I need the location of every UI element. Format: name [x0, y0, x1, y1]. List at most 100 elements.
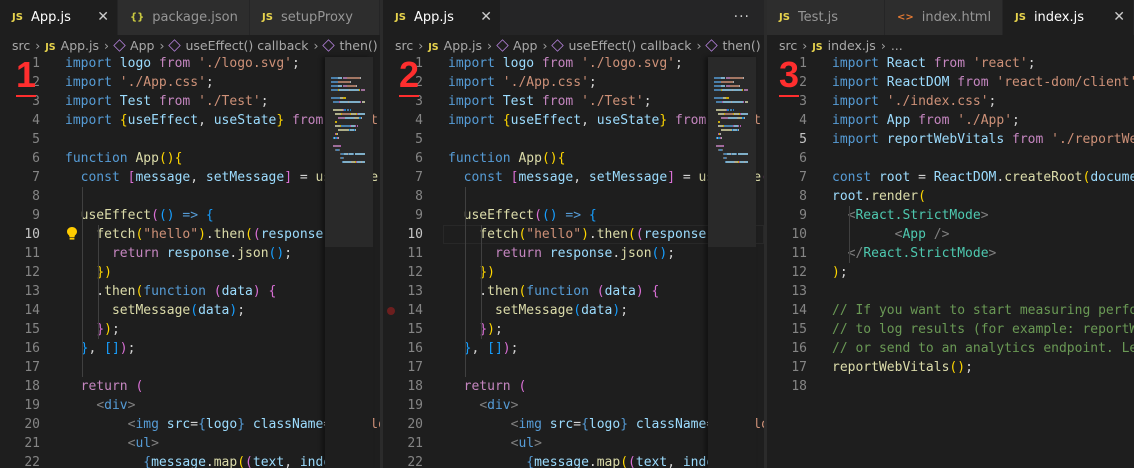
code-token: import: [448, 75, 503, 90]
pane-number-label: 1: [16, 54, 37, 97]
code-token: then: [104, 284, 136, 299]
minimap-line: [728, 117, 737, 119]
code-editor[interactable]: 1 import logo from './logo.svg'; 2 import '…: [0, 56, 380, 468]
tab-app-js[interactable]: JS App.js ✕: [0, 0, 118, 35]
code-token: import: [65, 94, 120, 109]
code-text: {message.map((text, index): [65, 453, 347, 468]
minimap-line: [722, 89, 732, 91]
code-token: =: [573, 417, 582, 432]
minimap-line: [720, 133, 721, 135]
code-token: (: [628, 227, 636, 242]
code-token: "hello": [143, 227, 199, 242]
breadcrumb-item[interactable]: src: [12, 38, 30, 53]
tab-label: index.js: [1033, 10, 1085, 25]
minimap-line: [362, 161, 365, 163]
code-token: setMessage: [588, 170, 668, 185]
code-token: (): [158, 208, 175, 223]
code-token: ;: [839, 265, 848, 280]
line-number: 7: [799, 170, 807, 185]
code-token: []: [487, 341, 503, 356]
code-token: div: [104, 398, 128, 413]
minimap-line: [721, 137, 722, 139]
breadcrumb-item[interactable]: App: [513, 38, 537, 53]
minimap-line: [738, 153, 748, 155]
tab-app-js[interactable]: JS App.js ✕: [383, 0, 501, 35]
code-token: import: [832, 113, 887, 128]
breadcrumb-item[interactable]: App: [130, 38, 154, 53]
lightbulb-icon[interactable]: [67, 227, 77, 240]
code-token: React.StrictMode: [855, 208, 981, 223]
code-token: data: [221, 284, 253, 299]
breadcrumb-item[interactable]: App.js: [61, 38, 99, 53]
code-editor[interactable]: 1 import logo from './logo.svg'; 2 import '…: [383, 54, 764, 468]
code-line: 7 const root = ReactDOM.createRoot(docume…: [767, 168, 1134, 187]
code-token: .: [863, 189, 872, 204]
tab-index-js[interactable]: JS index.js ✕: [1003, 0, 1134, 35]
minimap-line: [722, 149, 723, 151]
line-number: 12: [407, 265, 423, 280]
code-line: 1 import logo from './logo.svg';: [383, 54, 764, 73]
code-line: 5 import reportWebVitals from './reportWe…: [767, 130, 1134, 149]
tab-index-html[interactable]: <> index.html: [885, 0, 1003, 35]
breadcrumb-item[interactable]: src: [779, 38, 797, 53]
close-icon[interactable]: ✕: [480, 0, 492, 35]
js-file-icon: JS: [1015, 12, 1026, 23]
code-token: App: [135, 151, 159, 166]
code-token: import: [65, 113, 120, 128]
code-line: 20 <img src={logo} className="App-logo": [383, 415, 764, 434]
breadcrumb-item[interactable]: useEffect() callback: [185, 38, 308, 53]
breadcrumb-item[interactable]: index.js: [828, 38, 876, 53]
code-token: ,: [88, 341, 105, 356]
tab-setupproxy[interactable]: JS setupProxy: [250, 0, 380, 35]
breadcrumb-item[interactable]: ...: [891, 38, 903, 53]
code-token: import: [448, 113, 503, 128]
line-number: 10: [407, 227, 423, 242]
indent-guide: [481, 225, 482, 339]
line-number: 19: [24, 398, 40, 413]
code-token: // If you want to start measuring perfor…: [832, 303, 1134, 318]
minimap-line: [347, 109, 349, 111]
minimap-line: [714, 85, 721, 87]
tab-test-js[interactable]: JS Test.js: [767, 0, 885, 35]
code-token: response: [166, 246, 230, 261]
breadcrumb-item[interactable]: useEffect() callback: [568, 38, 691, 53]
tab-package-json[interactable]: {} package.json: [118, 0, 250, 35]
code-token: ): [635, 284, 644, 299]
code-line: 2 import './App.css';: [0, 73, 380, 92]
more-actions-icon[interactable]: ···: [734, 0, 750, 35]
code-token: then: [213, 227, 246, 242]
minimap[interactable]: [325, 57, 373, 468]
code-token: const: [463, 170, 511, 185]
breakpoint-icon[interactable]: [387, 307, 395, 315]
code-text: import Test from './Test';: [65, 92, 269, 111]
code-token: (: [245, 455, 253, 468]
code-token: <: [479, 398, 488, 413]
close-icon[interactable]: ✕: [1113, 0, 1125, 35]
code-token: useEffect: [510, 113, 582, 128]
line-number: 4: [32, 113, 40, 128]
breadcrumb-item[interactable]: then() c: [339, 38, 380, 53]
close-icon[interactable]: ✕: [97, 0, 109, 35]
breadcrumb-item[interactable]: App.js: [444, 38, 482, 53]
code-token: text: [252, 455, 285, 468]
minimap-line: [339, 149, 340, 151]
code-line: 1 import React from 'react';: [767, 54, 1134, 73]
line-number: 5: [32, 132, 40, 147]
breadcrumb-item[interactable]: then() c: [722, 38, 764, 53]
code-token: './Test': [198, 94, 261, 109]
code-editor[interactable]: 1 import React from 'react'; 2 import React…: [767, 54, 1134, 468]
minimap-line: [721, 117, 728, 119]
minimap[interactable]: [708, 57, 756, 468]
code-line: 4import {useEffect, useState} from 'reac…: [0, 111, 380, 130]
code-text: return response.json();: [448, 244, 675, 263]
line-number: 4: [415, 113, 423, 128]
minimap-line: [359, 89, 360, 91]
js-file-icon: JS: [812, 42, 823, 53]
line-number: 16: [407, 341, 423, 356]
minimap-line: [353, 153, 354, 155]
code-token: React.StrictMode: [863, 246, 989, 261]
breadcrumb-item[interactable]: src: [395, 38, 413, 53]
